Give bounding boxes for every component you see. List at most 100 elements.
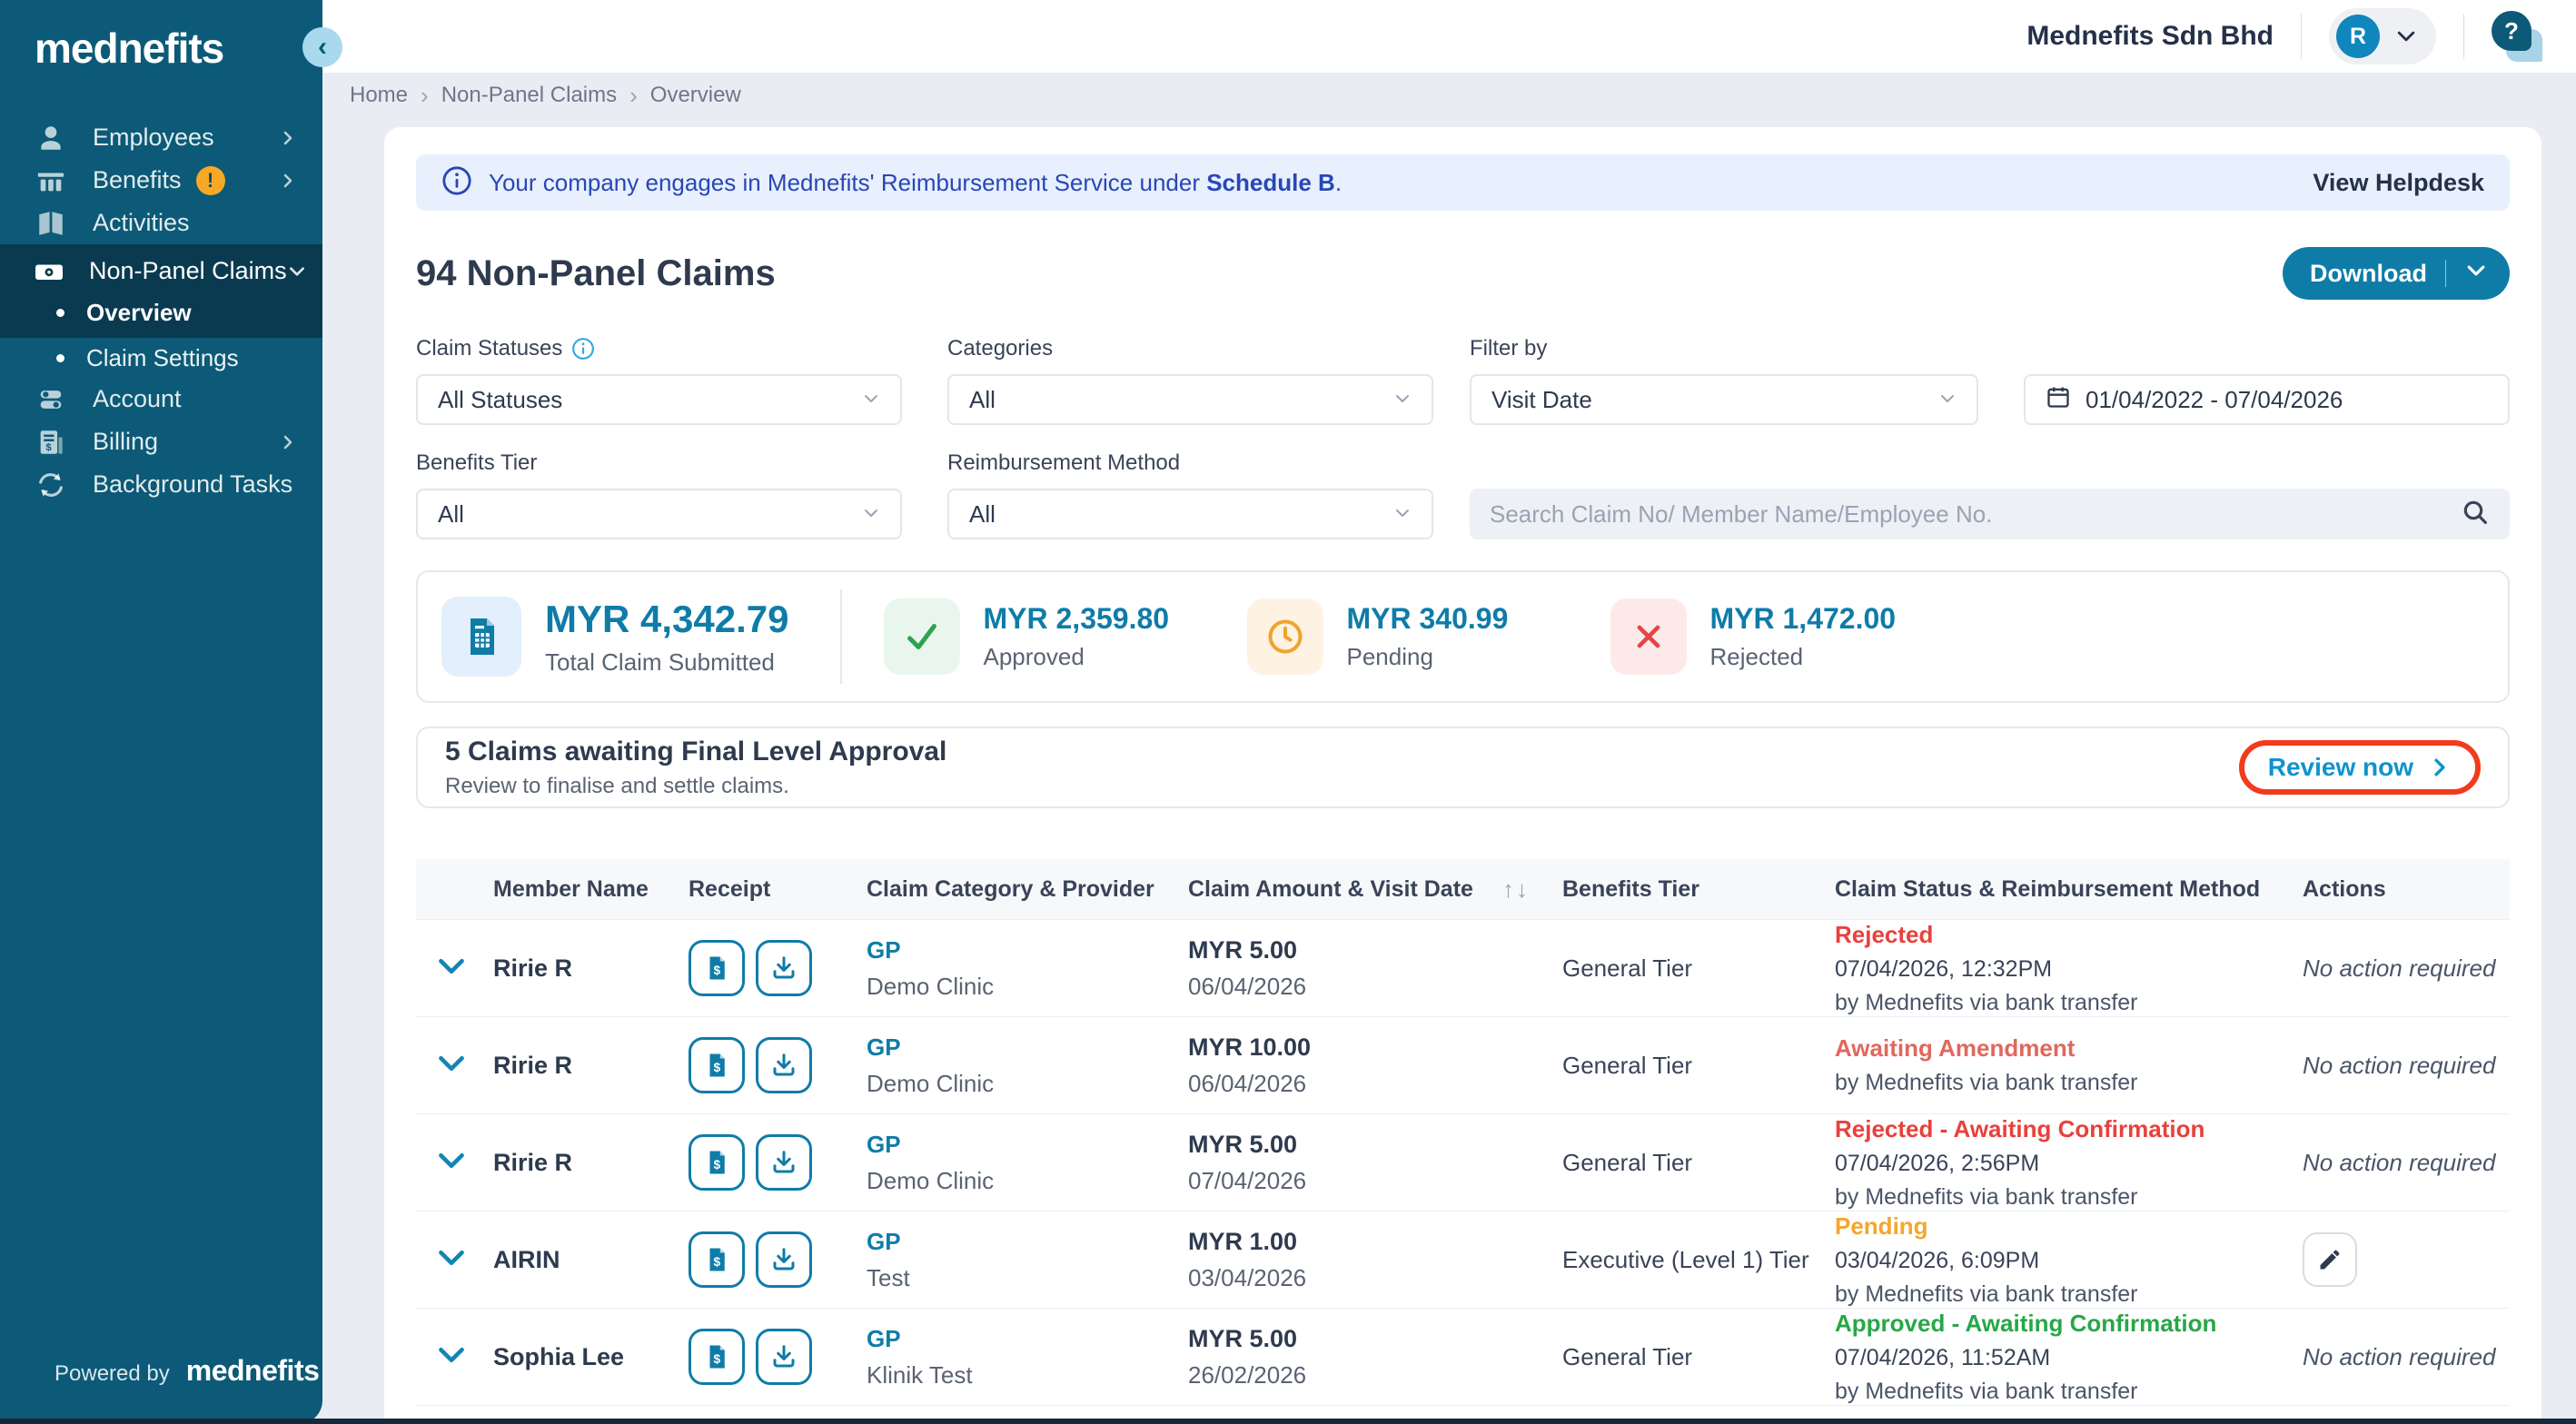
view-receipt-button[interactable]: $ — [689, 940, 745, 996]
claim-statuses-select[interactable]: All Statuses — [416, 374, 902, 425]
sidebar-item-employees[interactable]: Employees — [0, 116, 322, 159]
sidebar-item-billing[interactable]: $ Billing — [0, 420, 322, 463]
mednefits-footer-logo: mednefits — [186, 1354, 320, 1388]
download-receipt-button[interactable] — [756, 940, 812, 996]
view-receipt-button[interactable]: $ — [689, 1329, 745, 1385]
expand-chevron-icon[interactable] — [438, 964, 465, 979]
breadcrumb: Home › Non-Panel Claims › Overview — [322, 73, 2576, 118]
categories-select[interactable]: All — [947, 374, 1433, 425]
sidebar-active-section: Non-Panel Claims Overview — [0, 244, 322, 338]
page-title: 94 Non-Panel Claims — [416, 253, 776, 294]
date-range-picker[interactable]: 01/04/2022 - 07/04/2026 — [2024, 374, 2510, 425]
receipt-dollar-icon: $ — [703, 1343, 730, 1370]
receipt-dollar-icon: $ — [703, 1246, 730, 1273]
download-receipt-button[interactable] — [756, 1037, 812, 1093]
sidebar-item-claim-settings[interactable]: Claim Settings — [0, 338, 322, 378]
filter-by-select[interactable]: Visit Date — [1470, 374, 1978, 425]
total-claim-label: Total Claim Submitted — [545, 648, 789, 677]
benefits-tier: Executive (Level 1) Tier — [1562, 1246, 1835, 1274]
receipt-dollar-icon: $ — [703, 1052, 730, 1079]
info-icon — [441, 165, 472, 201]
search-icon[interactable] — [2461, 498, 2490, 531]
user-menu[interactable]: R — [2329, 8, 2436, 64]
view-receipt-button[interactable]: $ — [689, 1231, 745, 1288]
rejected-amount: MYR 1,472.00 — [1710, 602, 1897, 636]
chevron-right-icon — [279, 129, 297, 147]
provider: Demo Clinic — [867, 1070, 1188, 1098]
expand-chevron-icon[interactable] — [438, 1255, 465, 1271]
reimbursement-method: by Mednefits via bank transfer — [1835, 990, 2303, 1016]
app-root: mednefits ‹ Employees Benefits ! — [0, 0, 2576, 1424]
sidebar-item-overview[interactable]: Overview — [0, 292, 322, 332]
search-input[interactable] — [1490, 500, 2461, 529]
invoice-icon: $ — [33, 427, 69, 458]
visit-date: 03/04/2026 — [1188, 1264, 1306, 1292]
download-receipt-button[interactable] — [756, 1231, 812, 1288]
claim-category: GP — [867, 936, 1188, 964]
benefits-tier: General Tier — [1562, 954, 1835, 983]
approved-summary-card: MYR 2,359.80 Approved — [884, 598, 1247, 675]
sidebar-item-non-panel-claims[interactable]: Non-Panel Claims — [0, 250, 322, 292]
question-icon: ? — [2492, 11, 2531, 51]
sort-icons[interactable]: ↑↓ — [1502, 875, 1530, 904]
view-receipt-button[interactable]: $ — [689, 1134, 745, 1191]
claim-category: GP — [867, 1228, 1188, 1256]
visit-date: 26/02/2026 — [1188, 1361, 1306, 1389]
col-claim-category: Claim Category & Provider — [867, 876, 1188, 903]
refresh-icon — [33, 470, 69, 500]
claim-status: Approved - Awaiting Confirmation — [1835, 1310, 2303, 1338]
chevron-down-icon[interactable] — [2464, 259, 2488, 289]
reimbursement-banner: Your company engages in Mednefits' Reimb… — [416, 154, 2510, 211]
reimbursement-method-select[interactable]: All — [947, 489, 1433, 539]
expand-chevron-icon[interactable] — [438, 1352, 465, 1368]
claim-status: Rejected - Awaiting Confirmation — [1835, 1115, 2303, 1143]
total-claim-amount: MYR 4,342.79 — [545, 598, 789, 641]
sidebar-item-activities[interactable]: Activities — [0, 202, 322, 244]
claim-status: Awaiting Amendment — [1835, 1034, 2303, 1063]
member-name: Ririe R — [493, 954, 689, 983]
download-receipt-button[interactable] — [756, 1134, 812, 1191]
sidebar-item-label: Background Tasks — [93, 470, 292, 499]
review-now-button[interactable]: Review now — [2268, 753, 2452, 782]
breadcrumb-non-panel-claims[interactable]: Non-Panel Claims — [441, 83, 617, 108]
sidebar-item-label: Benefits — [93, 166, 182, 194]
view-receipt-button[interactable]: $ — [689, 1037, 745, 1093]
claim-category: GP — [867, 1033, 1188, 1062]
download-receipt-button[interactable] — [756, 1329, 812, 1385]
table-row: Ririe R $ GPDemo Clinic MYR 10.0006/04/2… — [416, 1016, 2510, 1113]
svg-text:$: $ — [45, 442, 52, 453]
download-icon — [770, 954, 798, 982]
sidebar-item-account[interactable]: Account — [0, 378, 322, 420]
svg-text:$: $ — [714, 964, 721, 977]
sidebar: mednefits ‹ Employees Benefits ! — [0, 0, 322, 1424]
avatar[interactable]: R — [2336, 15, 2380, 58]
expand-chevron-icon[interactable] — [438, 1061, 465, 1076]
breadcrumb-overview[interactable]: Overview — [650, 83, 741, 108]
filters-row-1: Claim Statuses All Statuses Categories A… — [416, 336, 2510, 425]
edit-claim-button[interactable] — [2303, 1232, 2357, 1287]
approved-label: Approved — [984, 643, 1170, 671]
benefits-tier: General Tier — [1562, 1149, 1835, 1177]
benefits-tier-select[interactable]: All — [416, 489, 902, 539]
download-button[interactable]: Download — [2283, 247, 2510, 300]
claim-category: GP — [867, 1131, 1188, 1159]
expand-chevron-icon[interactable] — [438, 1158, 465, 1173]
sidebar-item-benefits[interactable]: Benefits ! — [0, 159, 322, 202]
chevron-down-icon — [1393, 386, 1412, 414]
summary-panel: MYR 4,342.79 Total Claim Submitted MYR 2… — [416, 570, 2510, 703]
receipt-dollar-icon: $ — [703, 1149, 730, 1176]
person-icon — [33, 123, 69, 153]
member-name: Ririe R — [493, 1052, 689, 1080]
sidebar-item-background-tasks[interactable]: Background Tasks — [0, 463, 322, 506]
x-icon — [1610, 598, 1687, 675]
breadcrumb-home[interactable]: Home — [350, 83, 408, 108]
claims-table: Member Name Receipt Claim Category & Pro… — [416, 859, 2510, 1424]
col-receipt: Receipt — [689, 876, 867, 903]
company-name: Mednefits Sdn Bhd — [2026, 21, 2274, 52]
divider — [840, 589, 842, 684]
benefits-tier: General Tier — [1562, 1343, 1835, 1371]
view-helpdesk-link[interactable]: View Helpdesk — [2313, 169, 2484, 197]
sidebar-collapse-button[interactable]: ‹ — [302, 27, 342, 67]
help-button[interactable]: ? — [2492, 11, 2542, 62]
rejected-label: Rejected — [1710, 643, 1897, 671]
